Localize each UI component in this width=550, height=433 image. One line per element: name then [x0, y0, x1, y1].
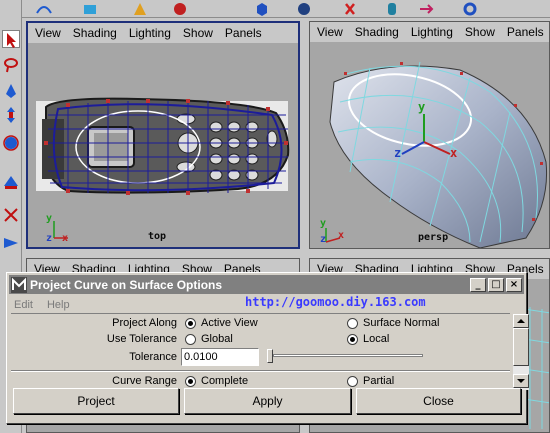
- dialog-button-row: Project Apply Close: [13, 388, 521, 416]
- shelf-cube-icon[interactable]: [254, 1, 270, 17]
- minimize-button[interactable]: _: [470, 278, 486, 292]
- radio-surface-normal[interactable]: [347, 318, 358, 329]
- shelf-curve-icon[interactable]: [36, 1, 52, 17]
- watermark-url: http://goomoo.diy.163.com: [245, 295, 426, 309]
- menu-view[interactable]: View: [33, 26, 63, 40]
- menu-panels[interactable]: Panels: [223, 26, 264, 40]
- viewport-camera-label: top: [148, 231, 167, 242]
- menu-panels[interactable]: Panels: [505, 25, 546, 39]
- shelf-cylinder-icon[interactable]: [384, 1, 400, 17]
- curve-range-label: Curve Range: [112, 375, 177, 387]
- axis-x-label: x: [62, 233, 69, 244]
- axis-z-label: z: [320, 234, 327, 245]
- axis-y-label: y: [46, 213, 53, 224]
- radio-complete[interactable]: [185, 376, 196, 387]
- options-scrollbar[interactable]: [513, 314, 529, 390]
- options-form: Project Along Active View Surface Normal…: [11, 313, 510, 387]
- radio-local[interactable]: [347, 334, 358, 345]
- last-tool-icon[interactable]: [2, 234, 20, 252]
- viewport-canvas[interactable]: y x z y x z persp: [310, 42, 549, 248]
- arrow-up-icon: [517, 319, 525, 323]
- manip-z-label: z: [394, 146, 402, 160]
- radio-partial[interactable]: [347, 376, 358, 387]
- shelf-loft-icon[interactable]: [132, 1, 148, 17]
- radio-partial-label[interactable]: Partial: [363, 375, 394, 387]
- scroll-down-button[interactable]: [513, 374, 529, 388]
- radio-local-label[interactable]: Local: [363, 333, 389, 345]
- shelf-key-icon[interactable]: [418, 1, 434, 17]
- tolerance-label: Tolerance: [129, 351, 177, 363]
- axis-z-label: z: [46, 233, 53, 244]
- scale-tool-icon[interactable]: [2, 172, 20, 190]
- menu-help[interactable]: Help: [47, 299, 70, 311]
- radio-surface-normal-label[interactable]: Surface Normal: [363, 317, 439, 329]
- apply-button[interactable]: Apply: [184, 388, 351, 414]
- maximize-button[interactable]: □: [488, 278, 504, 292]
- viewport-canvas[interactable]: y x z top: [28, 43, 298, 247]
- manip-x-label: x: [450, 146, 458, 160]
- shelf-sphere-icon[interactable]: [296, 1, 312, 17]
- move-tool-icon[interactable]: [2, 106, 20, 124]
- shelf-surface-icon[interactable]: [82, 1, 98, 17]
- radio-active-view-label[interactable]: Active View: [201, 317, 258, 329]
- menu-lighting[interactable]: Lighting: [127, 26, 173, 40]
- menu-view[interactable]: View: [315, 25, 345, 39]
- viewport-camera-label: persp: [418, 232, 449, 243]
- viewport-persp[interactable]: View Shading Lighting Show Panels y x z …: [309, 21, 550, 249]
- shelf-torus-icon[interactable]: [462, 1, 478, 17]
- axis-y-label: y: [320, 218, 327, 229]
- menu-show[interactable]: Show: [463, 25, 497, 39]
- radio-global[interactable]: [185, 334, 196, 345]
- manipulator-tool-icon[interactable]: [2, 206, 20, 224]
- menu-show[interactable]: Show: [181, 26, 215, 40]
- viewport-top[interactable]: View Shading Lighting Show Panels y x z …: [26, 21, 300, 249]
- shelf-lasso-icon[interactable]: [342, 1, 358, 17]
- viewport-menubar: View Shading Lighting Show Panels: [310, 22, 549, 42]
- menu-shading[interactable]: Shading: [353, 25, 401, 39]
- select-tool-icon[interactable]: [2, 30, 20, 48]
- project-curve-dialog: Project Curve on Surface Options _ □ × E…: [6, 272, 529, 424]
- tolerance-slider-track[interactable]: [273, 354, 423, 357]
- lasso-tool-icon[interactable]: [2, 56, 20, 74]
- close-window-button[interactable]: ×: [506, 278, 522, 292]
- menu-shading[interactable]: Shading: [71, 26, 119, 40]
- shelf: [22, 0, 550, 18]
- radio-active-view[interactable]: [185, 318, 196, 329]
- radio-complete-label[interactable]: Complete: [201, 375, 248, 387]
- tolerance-slider-handle[interactable]: [267, 349, 273, 363]
- viewport-menubar: View Shading Lighting Show Panels: [28, 23, 298, 43]
- dialog-titlebar[interactable]: Project Curve on Surface Options _ □ ×: [9, 275, 524, 294]
- arrow-down-icon: [517, 379, 525, 383]
- shelf-revolve-icon[interactable]: [172, 1, 188, 17]
- scroll-up-button[interactable]: [513, 314, 529, 328]
- maya-app-icon: [11, 276, 27, 293]
- tolerance-field[interactable]: 0.0100: [181, 348, 259, 366]
- manip-y-label: y: [418, 100, 426, 114]
- project-button[interactable]: Project: [13, 388, 179, 414]
- axis-x-label: x: [338, 230, 345, 241]
- rotate-tool-icon[interactable]: [2, 134, 20, 152]
- dialog-title: Project Curve on Surface Options: [30, 277, 223, 292]
- use-tolerance-label: Use Tolerance: [106, 333, 177, 345]
- dialog-menubar: Edit Help: [9, 296, 70, 314]
- paint-tool-icon[interactable]: [2, 82, 20, 100]
- menu-lighting[interactable]: Lighting: [409, 25, 455, 39]
- close-button[interactable]: Close: [356, 388, 521, 414]
- menu-edit[interactable]: Edit: [14, 299, 33, 311]
- phone-surface-model: [325, 61, 548, 248]
- form-separator: [11, 370, 510, 372]
- scroll-thumb[interactable]: [513, 328, 529, 366]
- project-along-label: Project Along: [112, 317, 177, 329]
- radio-global-label[interactable]: Global: [201, 333, 233, 345]
- phone-blueprint-image: [36, 97, 290, 239]
